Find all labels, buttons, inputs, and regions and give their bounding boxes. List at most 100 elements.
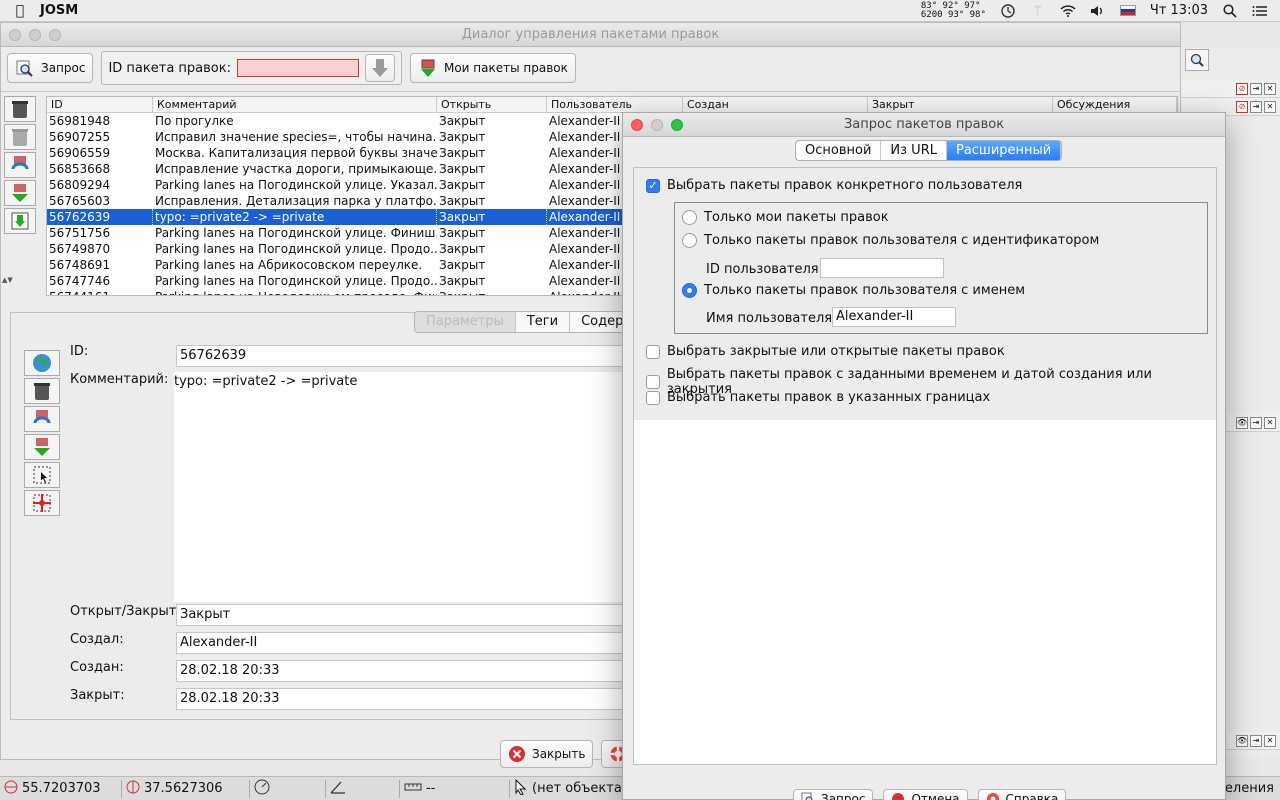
panel-detach-icon-3[interactable]: ⇥	[1250, 416, 1262, 429]
column-header-created[interactable]: Создан	[683, 97, 868, 112]
dialog-close-button[interactable]	[631, 118, 643, 131]
checkmark-icon: ✓	[646, 178, 660, 193]
wifi-icon[interactable]	[1060, 4, 1076, 18]
tab-basic[interactable]: Основной	[796, 141, 882, 160]
by-user-id-radio[interactable]: Только пакеты правок пользователя с иден…	[682, 233, 1099, 248]
notification-center-icon[interactable]	[1252, 4, 1268, 18]
cell-state: Закрыт	[437, 209, 547, 225]
closed-or-open-checkbox[interactable]: Выбрать закрытые или открытые пакеты пра…	[646, 344, 1005, 359]
detail-creator-field[interactable]: Alexander-II	[176, 632, 636, 654]
macos-menubar:  JOSM 83° 92° 97° 6200 93° 98° ᛠ Чт 13:…	[0, 0, 1280, 22]
globe-icon[interactable]	[24, 350, 60, 376]
cell-comment: Parking lanes на Новодевичьем проезде. Ф…	[153, 289, 437, 295]
cell-comment: Parking lanes на Погодинской улице. Прод…	[155, 274, 437, 288]
panel-detach-icon[interactable]: ⇥	[1250, 82, 1262, 95]
detail-comment-field[interactable]: typo: =private2 -> =private	[174, 372, 636, 602]
volume-icon[interactable]	[1090, 4, 1106, 18]
panel-close-icon-4[interactable]: ✕	[1264, 734, 1276, 747]
query-button[interactable]: Запрос	[7, 53, 94, 83]
longitude-icon	[126, 780, 140, 798]
cell-id: 56762639	[47, 209, 153, 225]
detail-closed-field[interactable]: 28.02.18 20:33	[176, 688, 636, 710]
column-header-user[interactable]: Пользователь	[547, 97, 683, 112]
detail-tabs: Параметры Теги Содерж	[414, 311, 649, 333]
menubar-clock[interactable]: Чт 13:03	[1150, 3, 1208, 18]
bluetooth-icon[interactable]: ᛠ	[1030, 4, 1046, 18]
detail-state-field[interactable]: Закрыт	[176, 604, 636, 626]
user-id-input[interactable]	[820, 258, 944, 278]
trash-icon[interactable]	[4, 96, 36, 122]
panel-close-icon-2[interactable]: ✕	[1264, 100, 1276, 113]
panel-hide-icon[interactable]: ⊘	[1236, 82, 1248, 95]
panel-hide-icon-2[interactable]: ⊘	[1236, 100, 1248, 113]
minimize-window-button[interactable]	[29, 28, 41, 41]
zoom-window-button[interactable]	[49, 28, 61, 41]
menubar-status-area: 83° 92° 97° 6200 93° 98° ᛠ Чт 13:03	[921, 1, 1280, 20]
time-machine-icon[interactable]	[1000, 3, 1016, 18]
latitude-icon	[4, 780, 18, 798]
advanced-options-area: ✓ Выбрать пакеты правок конкретного поль…	[634, 168, 1216, 420]
detail-id-field[interactable]: 56762639	[176, 345, 636, 367]
select-objects-icon[interactable]	[24, 462, 60, 488]
app-menu-name[interactable]: JOSM	[40, 3, 78, 18]
tab-advanced[interactable]: Расширенный	[946, 141, 1062, 160]
detail-created-field[interactable]: 28.02.18 20:33	[176, 660, 636, 682]
dialog-cancel-button[interactable]: Отмена	[883, 789, 968, 800]
cell-comment: Москва. Капитализация первой буквы значе…	[155, 146, 437, 160]
cell-comment: Исправление участка дороги, примыкающе..…	[155, 162, 437, 176]
cell-comment: Parking lanes на Абрикосовском переулке.	[155, 258, 423, 272]
detail-trash-icon[interactable]	[24, 378, 60, 404]
load-changeset-button[interactable]	[364, 54, 395, 82]
panel-detach-icon-2[interactable]: ⇥	[1250, 100, 1262, 113]
panel-detach-icon-4[interactable]: ⇥	[1250, 734, 1262, 747]
changeset-query-dialog: Запрос пакетов правок Основной Из URL Ра…	[622, 112, 1226, 800]
latitude-cell: 55.7203703	[0, 779, 122, 798]
zoom-to-objects-icon[interactable]	[24, 490, 60, 516]
specific-user-checkbox[interactable]: ✓ Выбрать пакеты правок конкретного поль…	[646, 178, 1022, 193]
changeset-id-group: ID пакета правок:	[101, 51, 402, 85]
dialog-query-button[interactable]: Запрос	[793, 789, 874, 800]
detail-update-icon[interactable]	[24, 406, 60, 432]
changeset-id-input[interactable]	[236, 59, 359, 77]
cell-state: Закрыт	[439, 274, 486, 288]
dialog-zoom-button[interactable]	[671, 118, 683, 131]
main-window-title: Диалог управления пакетами правок	[461, 27, 720, 42]
panel-eye-icon[interactable]: 👁	[1236, 416, 1248, 429]
tab-parameters[interactable]: Параметры	[415, 312, 516, 332]
user-name-input[interactable]: Alexander-II	[832, 307, 956, 327]
spotlight-search-icon[interactable]	[1222, 3, 1238, 18]
side-panel-search-button[interactable]	[1181, 48, 1280, 72]
column-header-open[interactable]: Открыть	[437, 97, 547, 112]
tab-from-url[interactable]: Из URL	[881, 141, 947, 160]
column-header-id[interactable]: ID	[47, 97, 153, 112]
dialog-help-button[interactable]: Справка	[977, 789, 1067, 800]
by-user-name-radio[interactable]: Только пакеты правок пользователя с имен…	[682, 283, 1025, 298]
query-search-icon	[15, 58, 35, 78]
in-bounds-checkbox[interactable]: Выбрать пакеты правок в указанных границ…	[646, 390, 990, 405]
angle-icon	[330, 780, 346, 798]
input-source-flag-icon[interactable]	[1119, 5, 1136, 16]
status-right-text: еления	[1224, 781, 1274, 796]
download-changesets-icon[interactable]	[4, 180, 36, 206]
panel-close-icon-3[interactable]: ✕	[1264, 416, 1276, 429]
split-pane-arrows-icon[interactable]: ▲▼	[2, 276, 13, 284]
apple-icon[interactable]: 	[0, 3, 40, 19]
dialog-minimize-button[interactable]	[651, 118, 663, 131]
column-header-comment[interactable]: Комментарий	[153, 97, 437, 112]
download-content-icon[interactable]	[4, 208, 36, 234]
panel-eye-icon-2[interactable]: 👁	[1236, 734, 1248, 747]
only-mine-radio[interactable]: Только мои пакеты правок	[682, 210, 889, 225]
radio-off-icon	[682, 210, 697, 225]
panel-close-icon[interactable]: ✕	[1264, 82, 1276, 95]
tab-tags[interactable]: Теги	[516, 312, 571, 332]
column-header-closed[interactable]: Закрыт	[868, 97, 1053, 112]
cell-id: 56744161	[47, 289, 153, 295]
detail-download-icon[interactable]	[24, 434, 60, 460]
cell-comment: Исправил значение species=, чтобы начина…	[155, 130, 437, 144]
trash-disabled-icon[interactable]	[4, 124, 36, 150]
my-changesets-button[interactable]: Мои пакеты правок	[409, 53, 576, 83]
close-window-button[interactable]	[9, 28, 21, 41]
close-button[interactable]: Закрыть	[500, 740, 594, 768]
update-changesets-icon[interactable]	[4, 152, 36, 178]
column-header-discussions[interactable]: Обсуждения	[1053, 97, 1177, 112]
